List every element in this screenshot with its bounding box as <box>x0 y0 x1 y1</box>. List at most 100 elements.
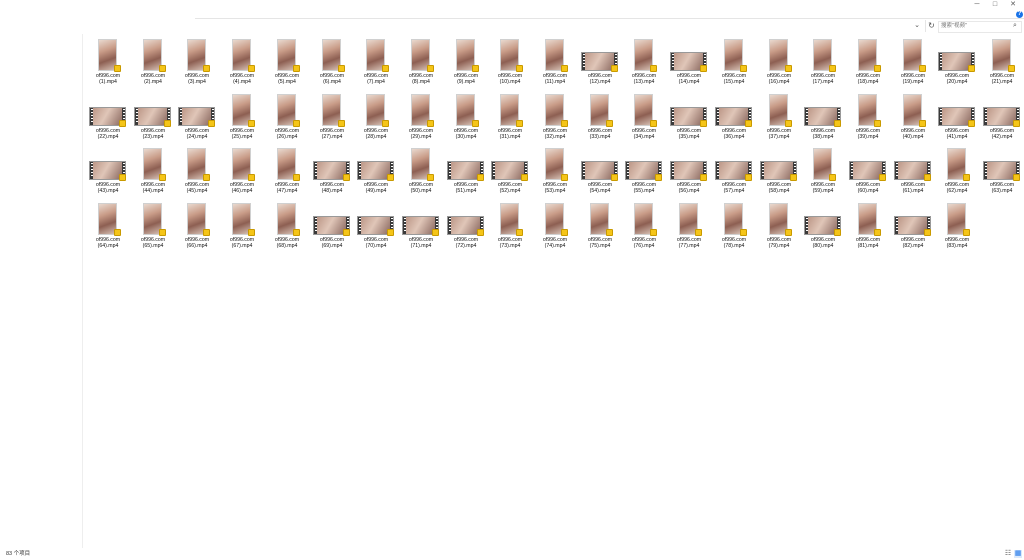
file-item[interactable]: of996.com (46).mp4 <box>220 146 264 198</box>
file-item[interactable]: of996.com (25).mp4 <box>220 92 264 144</box>
file-item[interactable]: of996.com (75).mp4 <box>578 201 622 253</box>
file-item[interactable]: of996.com (67).mp4 <box>220 201 264 253</box>
file-item[interactable]: of996.com (32).mp4 <box>533 92 577 144</box>
file-item[interactable]: of996.com (30).mp4 <box>444 92 488 144</box>
file-item[interactable]: of996.com (43).mp4 <box>86 146 130 198</box>
file-item[interactable]: of996.com (10).mp4 <box>488 37 532 89</box>
file-item[interactable]: of996.com (65).mp4 <box>131 201 175 253</box>
file-item[interactable]: of996.com (6).mp4 <box>310 37 354 89</box>
file-item[interactable]: of996.com (4).mp4 <box>220 37 264 89</box>
video-file-badge-icon <box>740 228 747 236</box>
file-item[interactable]: of996.com (79).mp4 <box>757 201 801 253</box>
file-item[interactable]: of996.com (8).mp4 <box>399 37 443 89</box>
file-item[interactable]: of996.com (15).mp4 <box>712 37 756 89</box>
navigation-pane[interactable] <box>0 34 83 548</box>
file-item[interactable]: of996.com (9).mp4 <box>444 37 488 89</box>
file-item[interactable]: of996.com (62).mp4 <box>935 146 979 198</box>
file-item[interactable]: of996.com (29).mp4 <box>399 92 443 144</box>
search-input[interactable] <box>941 21 1007 31</box>
file-item[interactable]: of996.com (60).mp4 <box>846 146 890 198</box>
file-item[interactable]: of996.com (63).mp4 <box>980 146 1024 198</box>
chevron-down-icon[interactable]: ⌄ <box>912 20 922 32</box>
file-item[interactable]: of996.com (78).mp4 <box>712 201 756 253</box>
file-item[interactable]: of996.com (37).mp4 <box>757 92 801 144</box>
file-item[interactable]: of996.com (40).mp4 <box>891 92 935 144</box>
file-item[interactable]: of996.com (11).mp4 <box>533 37 577 89</box>
file-item[interactable]: of996.com (18).mp4 <box>846 37 890 89</box>
file-item[interactable]: of996.com (55).mp4 <box>622 146 666 198</box>
video-file-badge-icon <box>963 174 970 181</box>
file-item[interactable]: of996.com (66).mp4 <box>175 201 219 253</box>
file-item[interactable]: of996.com (49).mp4 <box>354 146 398 198</box>
file-item[interactable]: of996.com (26).mp4 <box>265 92 309 144</box>
file-item[interactable]: of996.com (1).mp4 <box>86 37 130 89</box>
file-item[interactable]: of996.com (70).mp4 <box>354 201 398 253</box>
file-item[interactable]: of996.com (80).mp4 <box>801 201 845 253</box>
file-item[interactable]: of996.com (41).mp4 <box>935 92 979 144</box>
file-item[interactable]: of996.com (73).mp4 <box>488 201 532 253</box>
file-item[interactable]: of996.com (34).mp4 <box>622 92 666 144</box>
file-item[interactable]: of996.com (82).mp4 <box>891 201 935 253</box>
file-name: of996.com (47).mp4 <box>274 182 300 195</box>
file-item[interactable]: of996.com (20).mp4 <box>935 37 979 89</box>
file-item[interactable]: of996.com (19).mp4 <box>891 37 935 89</box>
file-item[interactable]: of996.com (28).mp4 <box>354 92 398 144</box>
details-view-icon[interactable]: ☷ <box>1004 550 1012 558</box>
file-item[interactable]: of996.com (64).mp4 <box>86 201 130 253</box>
file-item[interactable]: of996.com (33).mp4 <box>578 92 622 144</box>
file-item[interactable]: of996.com (50).mp4 <box>399 146 443 198</box>
file-grid[interactable]: of996.com (1).mp4 of996.com (2).mp4 of996.… <box>86 37 1020 547</box>
file-item[interactable]: of996.com (83).mp4 <box>935 201 979 253</box>
file-item[interactable]: of996.com (74).mp4 <box>533 201 577 253</box>
close-button[interactable]: ✕ <box>1004 0 1022 10</box>
address-bar[interactable] <box>0 20 925 32</box>
file-item[interactable]: of996.com (14).mp4 <box>667 37 711 89</box>
file-item[interactable]: of996.com (35).mp4 <box>667 92 711 144</box>
file-item[interactable]: of996.com (24).mp4 <box>175 92 219 144</box>
file-item[interactable]: of996.com (23).mp4 <box>131 92 175 144</box>
file-item[interactable]: of996.com (56).mp4 <box>667 146 711 198</box>
file-item[interactable]: of996.com (16).mp4 <box>757 37 801 89</box>
search-icon[interactable]: ⌕ <box>1010 21 1020 31</box>
file-item[interactable]: of996.com (52).mp4 <box>488 146 532 198</box>
maximize-button[interactable]: □ <box>986 0 1004 10</box>
file-item[interactable]: of996.com (2).mp4 <box>131 37 175 89</box>
refresh-icon[interactable]: ↻ <box>925 20 937 32</box>
file-item[interactable]: of996.com (5).mp4 <box>265 37 309 89</box>
file-item[interactable]: of996.com (53).mp4 <box>533 146 577 198</box>
file-item[interactable]: of996.com (48).mp4 <box>310 146 354 198</box>
file-item[interactable]: of996.com (76).mp4 <box>622 201 666 253</box>
help-icon[interactable]: ? <box>1016 11 1023 18</box>
file-item[interactable]: of996.com (22).mp4 <box>86 92 130 144</box>
file-item[interactable]: of996.com (7).mp4 <box>354 37 398 89</box>
file-item[interactable]: of996.com (68).mp4 <box>265 201 309 253</box>
file-item[interactable]: of996.com (21).mp4 <box>980 37 1024 89</box>
file-item[interactable]: of996.com (54).mp4 <box>578 146 622 198</box>
large-icons-view-icon[interactable]: ▦ <box>1014 550 1022 558</box>
file-item[interactable]: of996.com (59).mp4 <box>801 146 845 198</box>
file-item[interactable]: of996.com (13).mp4 <box>622 37 666 89</box>
file-name: of996.com (73).mp4 <box>497 236 523 249</box>
file-item[interactable]: of996.com (17).mp4 <box>801 37 845 89</box>
file-item[interactable]: of996.com (77).mp4 <box>667 201 711 253</box>
file-item[interactable]: of996.com (45).mp4 <box>175 146 219 198</box>
file-item[interactable]: of996.com (72).mp4 <box>444 201 488 253</box>
file-item[interactable]: of996.com (38).mp4 <box>801 92 845 144</box>
file-item[interactable]: of996.com (57).mp4 <box>712 146 756 198</box>
file-item[interactable]: of996.com (44).mp4 <box>131 146 175 198</box>
file-item[interactable]: of996.com (3).mp4 <box>175 37 219 89</box>
file-item[interactable]: of996.com (36).mp4 <box>712 92 756 144</box>
file-item[interactable]: of996.com (27).mp4 <box>310 92 354 144</box>
file-item[interactable]: of996.com (42).mp4 <box>980 92 1024 144</box>
file-item[interactable]: of996.com (12).mp4 <box>578 37 622 89</box>
file-item[interactable]: of996.com (39).mp4 <box>846 92 890 144</box>
file-item[interactable]: of996.com (58).mp4 <box>757 146 801 198</box>
file-item[interactable]: of996.com (31).mp4 <box>488 92 532 144</box>
file-item[interactable]: of996.com (71).mp4 <box>399 201 443 253</box>
file-item[interactable]: of996.com (81).mp4 <box>846 201 890 253</box>
file-item[interactable]: of996.com (47).mp4 <box>265 146 309 198</box>
file-item[interactable]: of996.com (69).mp4 <box>310 201 354 253</box>
minimize-button[interactable]: ─ <box>968 0 986 10</box>
file-item[interactable]: of996.com (61).mp4 <box>891 146 935 198</box>
file-item[interactable]: of996.com (51).mp4 <box>444 146 488 198</box>
